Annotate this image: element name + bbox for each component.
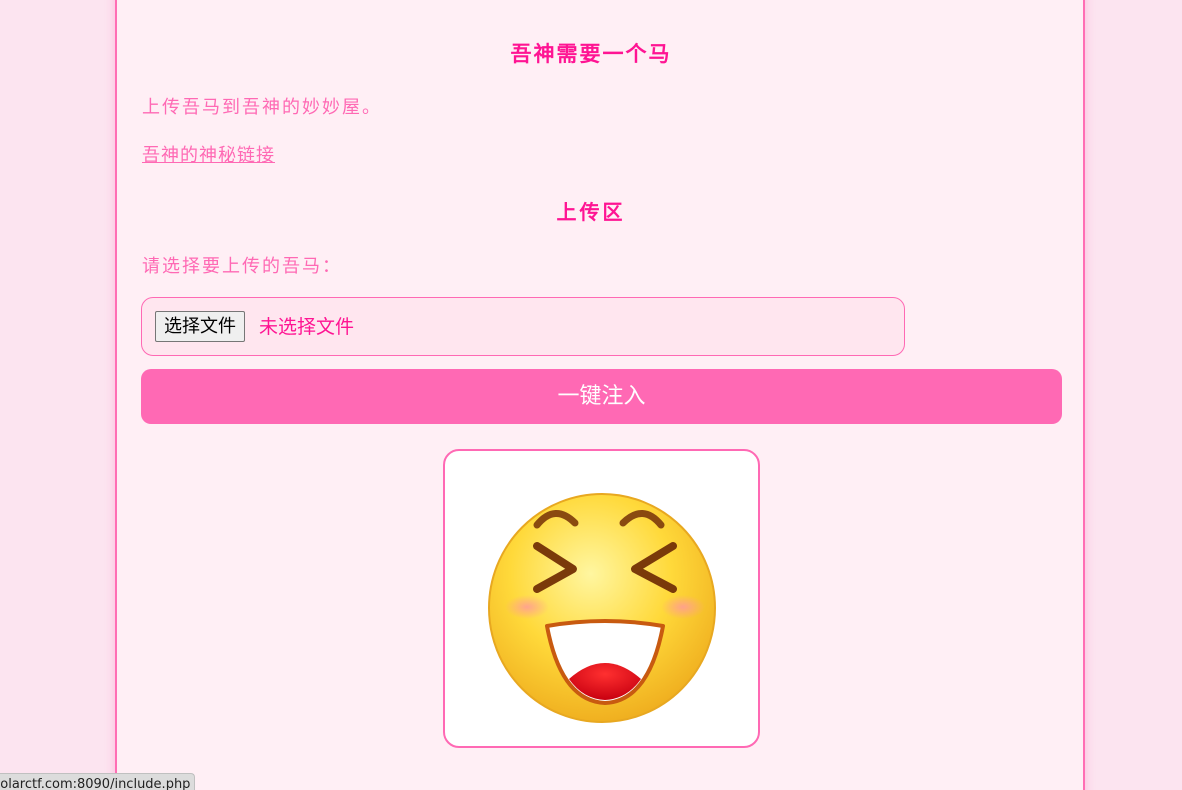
inject-submit-button[interactable]: 一键注入 [141,369,1062,424]
file-status-text: 未选择文件 [259,316,355,338]
file-input-container: 选择文件 未选择文件 [141,297,905,356]
intro-text: 上传吾马到吾神的妙妙屋。 [142,97,382,118]
choose-file-button[interactable]: 选择文件 [155,311,245,342]
choose-file-label: 请选择要上传的吾马： [142,256,342,277]
page-title: 吾神需要一个马 [510,41,672,66]
browser-status-url: polarctf.com:8090/include.php [0,773,196,790]
page: 吾神需要一个马 上传吾马到吾神的妙妙屋。 吾神的神秘链接 上传区 请选择要上传的… [0,0,1182,790]
emoji-image-frame [443,449,760,748]
upload-section-title: 上传区 [556,200,626,224]
secret-link[interactable]: 吾神的神秘链接 [142,141,275,167]
laughing-emoji-icon [488,493,716,723]
